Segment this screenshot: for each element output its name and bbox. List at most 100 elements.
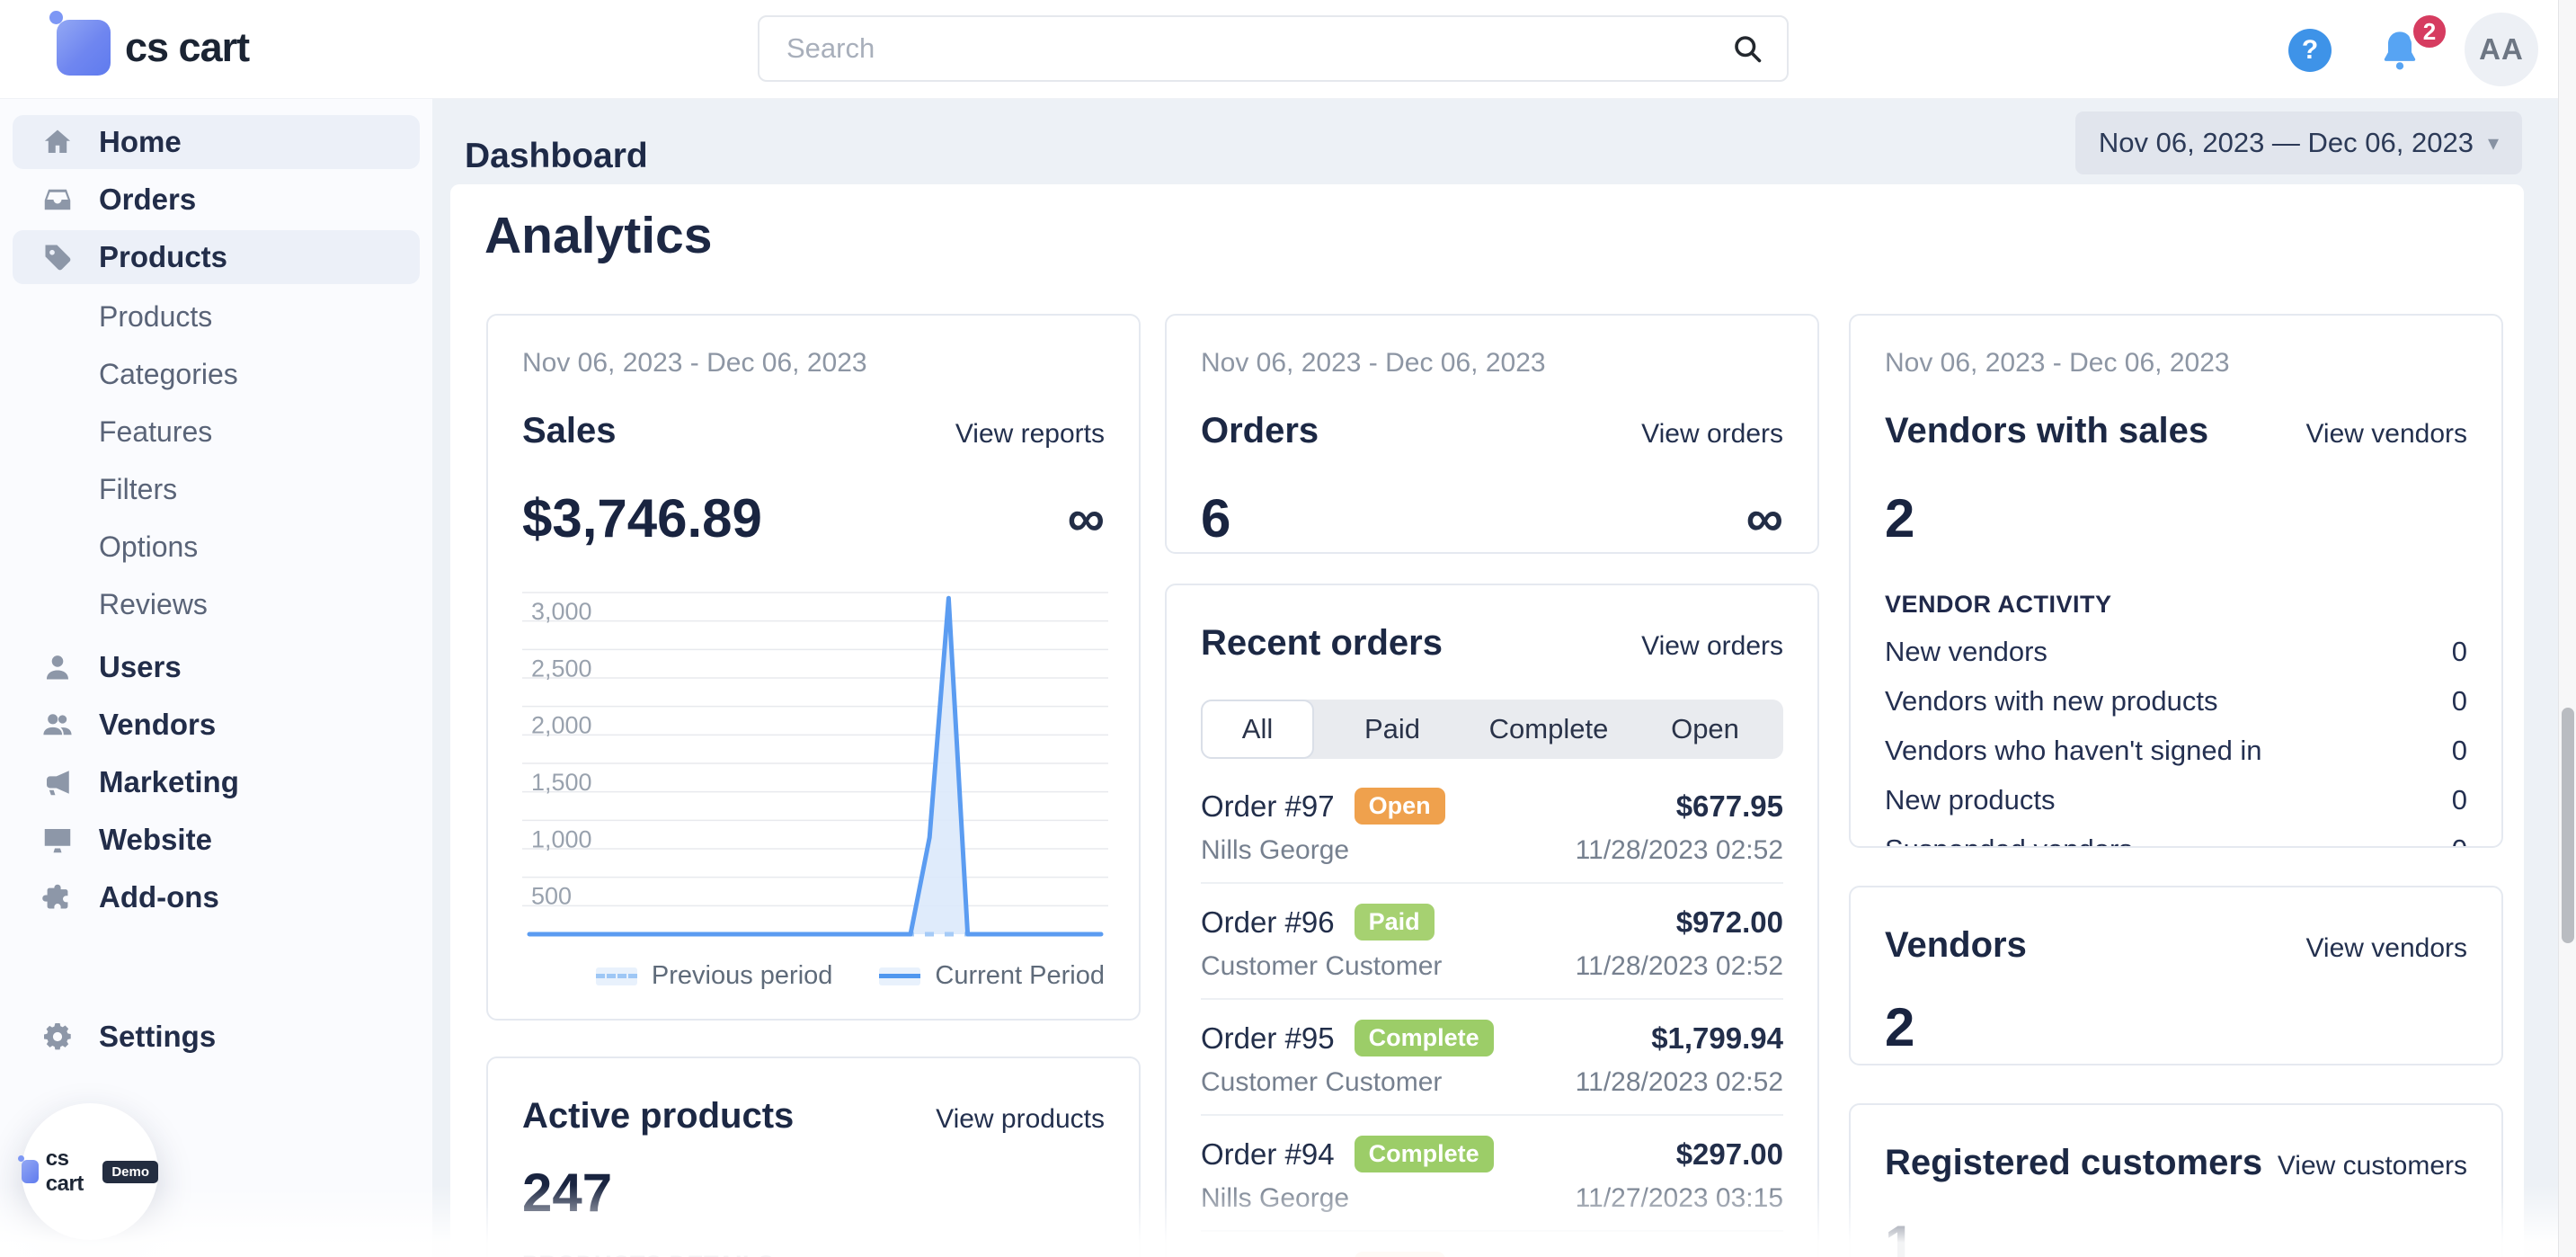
tab-complete[interactable]: Complete: [1470, 700, 1627, 759]
active-products-title: Active products: [522, 1096, 794, 1137]
cs-cart-logo-icon: [57, 20, 111, 76]
order-row[interactable]: Order #95 Complete $1,799.94 Customer Cu…: [1201, 1000, 1783, 1116]
sidebar-item-users[interactable]: Users: [13, 640, 420, 694]
order-number[interactable]: Order #94: [1201, 1137, 1335, 1172]
activity-value: 0: [2452, 834, 2467, 848]
order-row[interactable]: Order #97 Open $677.95 Nills George 11/2…: [1201, 768, 1783, 884]
order-amount: $297.00: [1676, 1137, 1783, 1172]
cs-cart-logo[interactable]: cs cart: [57, 20, 249, 76]
order-date: 11/28/2023 02:52: [1576, 951, 1783, 982]
search-input[interactable]: [759, 32, 1731, 65]
sidebar-subitem-products[interactable]: Products: [13, 288, 420, 345]
order-amount: $150.00: [1676, 1253, 1783, 1257]
orders-value: 6: [1201, 487, 1230, 549]
sidebar-item-vendors[interactable]: Vendors: [13, 698, 420, 752]
activity-row: Vendors with new products 0: [1885, 685, 2467, 718]
active-products-card: Active products View products 247 PRODUC…: [486, 1056, 1141, 1257]
activity-value: 0: [2452, 685, 2467, 718]
sidebar-item-orders[interactable]: Orders: [13, 173, 420, 227]
gear-icon: [41, 1021, 74, 1053]
activity-row: Suspended vendors 0: [1885, 834, 2467, 848]
view-orders-link[interactable]: View orders: [1641, 419, 1783, 450]
order-customer: Customer Customer: [1201, 951, 1442, 982]
order-amount: $972.00: [1676, 905, 1783, 940]
global-search: [758, 15, 1789, 82]
orders-period: Nov 06, 2023 - Dec 06, 2023: [1201, 348, 1783, 379]
search-icon[interactable]: [1731, 32, 1763, 65]
status-badge: Paid: [1355, 904, 1435, 941]
order-customer: Nills George: [1201, 1183, 1349, 1214]
cs-cart-demo-badge[interactable]: cs cart Demo: [22, 1103, 158, 1240]
status-badge: Complete: [1355, 1136, 1494, 1172]
sidebar-nav: Home Orders Products Products Categories…: [0, 99, 432, 924]
column-3: Nov 06, 2023 - Dec 06, 2023 Vendors with…: [1849, 314, 2503, 1257]
sales-card: Nov 06, 2023 - Dec 06, 2023 Sales View r…: [486, 314, 1141, 1021]
cs-cart-admin-dashboard: cs cart ? 2 AA Home Orders Products: [0, 0, 2576, 1257]
infinity-icon: ∞: [1068, 493, 1105, 545]
sidebar-subitem-options[interactable]: Options: [13, 518, 420, 575]
svg-text:1,500: 1,500: [531, 769, 592, 796]
sidebar-subitem-reviews[interactable]: Reviews: [13, 575, 420, 633]
view-products-link[interactable]: View products: [936, 1104, 1105, 1135]
order-number[interactable]: Order #93: [1201, 1253, 1335, 1257]
sidebar-item-home[interactable]: Home: [13, 115, 420, 169]
logo-text: cs cart: [125, 24, 249, 71]
sidebar-subitem-filters[interactable]: Filters: [13, 460, 420, 518]
view-vendors-link[interactable]: View vendors: [2305, 933, 2467, 964]
order-row[interactable]: Order #93 Open $150.00 Customer Customer…: [1201, 1232, 1783, 1257]
vws-title: Vendors with sales: [1885, 411, 2208, 451]
tab-all[interactable]: All: [1201, 700, 1314, 759]
date-range-value: Nov 06, 2023 — Dec 06, 2023: [2099, 127, 2474, 159]
analytics-heading: Analytics: [484, 206, 712, 265]
tag-icon: [41, 241, 74, 273]
svg-text:500: 500: [531, 883, 572, 910]
analytics-panel: Analytics Nov 06, 2023 - Dec 06, 2023 Sa…: [450, 184, 2524, 1257]
registered-customers-title: Registered customers: [1885, 1143, 2262, 1183]
sidebar: Home Orders Products Products Categories…: [0, 99, 432, 1257]
order-amount: $1,799.94: [1651, 1021, 1783, 1056]
sidebar-subitem-features[interactable]: Features: [13, 403, 420, 460]
date-range-picker[interactable]: Nov 06, 2023 — Dec 06, 2023 ▾: [2075, 111, 2522, 174]
view-reports-link[interactable]: View reports: [955, 419, 1105, 450]
view-orders-link[interactable]: View orders: [1641, 631, 1783, 662]
order-date: 11/28/2023 02:52: [1576, 835, 1783, 866]
view-customers-link[interactable]: View customers: [2278, 1151, 2467, 1181]
sales-value: $3,746.89: [522, 487, 762, 549]
legend-previous-period: Previous period: [596, 961, 833, 991]
activity-value: 0: [2452, 784, 2467, 816]
sidebar-item-settings[interactable]: Settings: [13, 1010, 420, 1064]
orders-card: Nov 06, 2023 - Dec 06, 2023 Orders View …: [1165, 314, 1819, 554]
view-vendors-link[interactable]: View vendors: [2305, 419, 2467, 450]
vendors-value: 2: [1885, 996, 1914, 1058]
registered-customers-value: 1: [1885, 1214, 1914, 1257]
sidebar-subitem-categories[interactable]: Categories: [13, 345, 420, 403]
sidebar-item-website[interactable]: Website: [13, 813, 420, 867]
sidebar-item-products[interactable]: Products: [13, 230, 420, 284]
tab-open[interactable]: Open: [1627, 700, 1783, 759]
order-number[interactable]: Order #97: [1201, 789, 1335, 824]
activity-value: 0: [2452, 735, 2467, 767]
vendors-title: Vendors: [1885, 925, 2027, 966]
avatar[interactable]: AA: [2465, 13, 2538, 86]
scrollbar-thumb[interactable]: [2562, 708, 2574, 943]
status-badge: Open: [1355, 1252, 1445, 1257]
order-number[interactable]: Order #95: [1201, 1021, 1335, 1056]
order-number[interactable]: Order #96: [1201, 905, 1335, 940]
order-row[interactable]: Order #94 Complete $297.00 Nills George …: [1201, 1116, 1783, 1232]
vws-value: 2: [1885, 487, 1914, 549]
scrollbar-track[interactable]: [2558, 0, 2576, 1257]
activity-value: 0: [2452, 636, 2467, 668]
monitor-icon: [41, 824, 74, 856]
help-icon[interactable]: ?: [2288, 29, 2332, 72]
svg-text:2,000: 2,000: [531, 712, 592, 739]
sidebar-item-addons[interactable]: Add-ons: [13, 870, 420, 924]
sales-chart: 5001,0001,5002,0002,5003,000 Previous pe…: [522, 582, 1105, 991]
order-status-tabs: All Paid Complete Open: [1201, 700, 1783, 759]
sidebar-item-marketing[interactable]: Marketing: [13, 755, 420, 809]
tab-paid[interactable]: Paid: [1314, 700, 1470, 759]
sales-chart-svg: 5001,0001,5002,0002,5003,000: [522, 582, 1108, 956]
notifications-button[interactable]: 2: [2376, 27, 2427, 77]
products-details-heading: PRODUCTS DETAILS: [522, 1251, 1105, 1257]
megaphone-icon: [41, 766, 74, 798]
order-row[interactable]: Order #96 Paid $972.00 Customer Customer…: [1201, 884, 1783, 1000]
